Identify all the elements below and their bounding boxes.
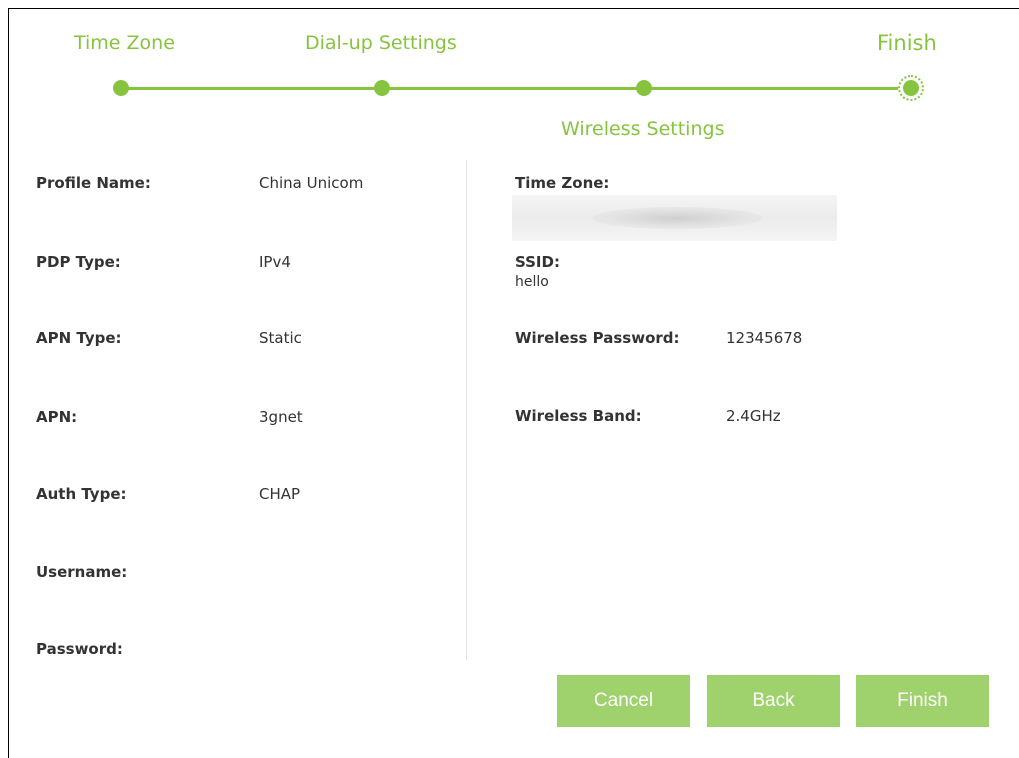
password-label: Password:	[36, 640, 123, 658]
profile-name-value: China Unicom	[259, 174, 364, 192]
step-label-time-zone: Time Zone	[74, 32, 175, 54]
step-dot-time-zone	[113, 80, 129, 96]
auth-type-value: CHAP	[259, 485, 301, 503]
ssid-value: hello	[515, 274, 549, 290]
step-label-finish: Finish	[877, 31, 937, 55]
step-progress-line	[121, 87, 911, 90]
wizard-frame	[8, 8, 1019, 758]
username-label: Username:	[36, 563, 128, 581]
step-dot-wireless-settings	[636, 80, 652, 96]
finish-button[interactable]: Finish	[856, 675, 989, 727]
wireless-password-label: Wireless Password:	[515, 329, 680, 347]
auth-type-label: Auth Type:	[36, 485, 127, 503]
wireless-password-value: 12345678	[726, 329, 803, 347]
pdp-type-label: PDP Type:	[36, 253, 121, 271]
step-label-wireless-settings: Wireless Settings	[561, 118, 725, 140]
apn-value: 3gnet	[259, 408, 303, 426]
profile-name-label: Profile Name:	[36, 174, 151, 192]
time-zone-value-redacted	[512, 195, 837, 241]
wireless-band-value: 2.4GHz	[726, 407, 781, 425]
step-dot-dialup-settings	[374, 80, 390, 96]
wireless-band-label: Wireless Band:	[515, 407, 642, 425]
time-zone-label: Time Zone:	[515, 174, 610, 192]
back-button[interactable]: Back	[707, 675, 840, 727]
step-dot-finish-current	[898, 75, 924, 101]
apn-type-value: Static	[259, 329, 302, 347]
apn-label: APN:	[36, 408, 78, 426]
apn-type-label: APN Type:	[36, 329, 122, 347]
step-label-dialup-settings: Dial-up Settings	[305, 32, 457, 54]
column-divider	[466, 160, 467, 660]
ssid-label: SSID:	[515, 253, 560, 271]
pdp-type-value: IPv4	[259, 253, 291, 271]
cancel-button[interactable]: Cancel	[557, 675, 690, 727]
